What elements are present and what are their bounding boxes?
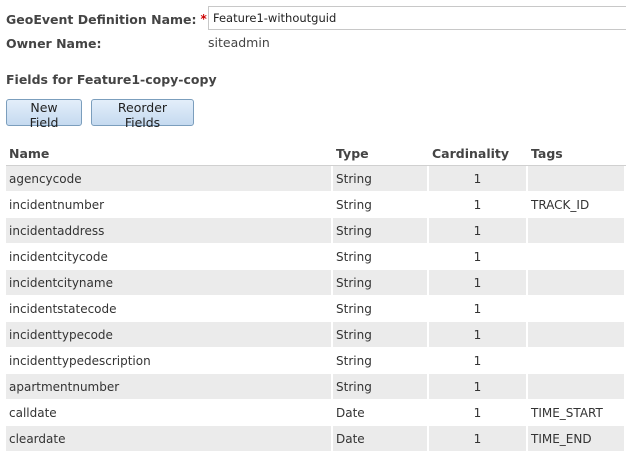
field-type-cell: String — [333, 322, 429, 348]
table-row[interactable]: incidentcityname String 1 — [6, 270, 626, 296]
field-name-cell: cleardate — [6, 426, 333, 452]
table-row[interactable]: cleardate Date 1 TIME_END — [6, 426, 626, 452]
field-cardinality-cell: 1 — [429, 192, 528, 218]
field-type-cell: Date — [333, 426, 429, 452]
field-cardinality-cell: 1 — [429, 270, 528, 296]
field-cardinality-cell: 1 — [429, 296, 528, 322]
field-tags-cell — [528, 348, 626, 374]
table-row[interactable]: calldate Date 1 TIME_START — [6, 400, 626, 426]
column-header-tags[interactable]: Tags — [528, 141, 626, 166]
field-cardinality-cell: 1 — [429, 348, 528, 374]
field-name-cell: incidentstatecode — [6, 296, 333, 322]
field-cardinality-cell: 1 — [429, 426, 528, 452]
field-name-cell: incidentnumber — [6, 192, 333, 218]
table-row[interactable]: incidentcitycode String 1 — [6, 244, 626, 270]
table-row[interactable]: incidenttypecode String 1 — [6, 322, 626, 348]
definition-name-row: GeoEvent Definition Name: * — [6, 6, 207, 32]
field-cardinality-cell: 1 — [429, 244, 528, 270]
field-type-cell: String — [333, 192, 429, 218]
field-tags-cell — [528, 218, 626, 244]
reorder-fields-button[interactable]: Reorder Fields — [91, 99, 194, 130]
table-row[interactable]: agencycode String 1 — [6, 166, 626, 192]
field-cardinality-cell: 1 — [429, 400, 528, 426]
field-name-cell: calldate — [6, 400, 333, 426]
field-tags-cell — [528, 270, 626, 296]
field-type-cell: String — [333, 244, 429, 270]
definition-name-input[interactable] — [208, 6, 626, 30]
table-row[interactable]: incidentnumber String 1 TRACK_ID — [6, 192, 626, 218]
definition-name-label: GeoEvent Definition Name: — [6, 11, 197, 27]
field-name-cell: incidenttypedescription — [6, 348, 333, 374]
field-type-cell: String — [333, 270, 429, 296]
field-tags-cell: TRACK_ID — [528, 192, 626, 218]
field-cardinality-cell: 1 — [429, 374, 528, 400]
column-header-type[interactable]: Type — [333, 141, 429, 166]
table-row[interactable]: incidenttypedescription String 1 — [6, 348, 626, 374]
owner-name-row: Owner Name: — [6, 34, 101, 52]
field-type-cell: String — [333, 218, 429, 244]
field-type-cell: String — [333, 166, 429, 192]
field-tags-cell — [528, 322, 626, 348]
column-header-name[interactable]: Name — [6, 141, 333, 166]
field-tags-cell — [528, 244, 626, 270]
fields-heading: Fields for Feature1-copy-copy — [6, 72, 217, 87]
owner-name-label: Owner Name: — [6, 35, 102, 51]
required-marker: * — [200, 12, 207, 26]
field-tags-cell: TIME_START — [528, 400, 626, 426]
field-type-cell: String — [333, 348, 429, 374]
field-name-cell: incidentcityname — [6, 270, 333, 296]
field-type-cell: String — [333, 296, 429, 322]
field-tags-cell — [528, 166, 626, 192]
table-row[interactable]: incidentstatecode String 1 — [6, 296, 626, 322]
field-tags-cell — [528, 296, 626, 322]
field-name-cell: incidentaddress — [6, 218, 333, 244]
field-type-cell: Date — [333, 400, 429, 426]
field-type-cell: String — [333, 374, 429, 400]
table-row[interactable]: incidentaddress String 1 — [6, 218, 626, 244]
field-tags-cell — [528, 374, 626, 400]
field-cardinality-cell: 1 — [429, 218, 528, 244]
fields-table: Name Type Cardinality Tags agencycode St… — [6, 141, 626, 452]
new-field-button[interactable]: New Field — [6, 99, 82, 130]
field-name-cell: apartmentnumber — [6, 374, 333, 400]
field-cardinality-cell: 1 — [429, 322, 528, 348]
field-name-cell: incidentcitycode — [6, 244, 333, 270]
column-header-cardinality[interactable]: Cardinality — [429, 141, 528, 166]
field-name-cell: agencycode — [6, 166, 333, 192]
field-cardinality-cell: 1 — [429, 166, 528, 192]
owner-name-value: siteadmin — [208, 35, 270, 50]
field-name-cell: incidenttypecode — [6, 322, 333, 348]
field-tags-cell: TIME_END — [528, 426, 626, 452]
table-header-row: Name Type Cardinality Tags — [6, 141, 626, 166]
table-row[interactable]: apartmentnumber String 1 — [6, 374, 626, 400]
